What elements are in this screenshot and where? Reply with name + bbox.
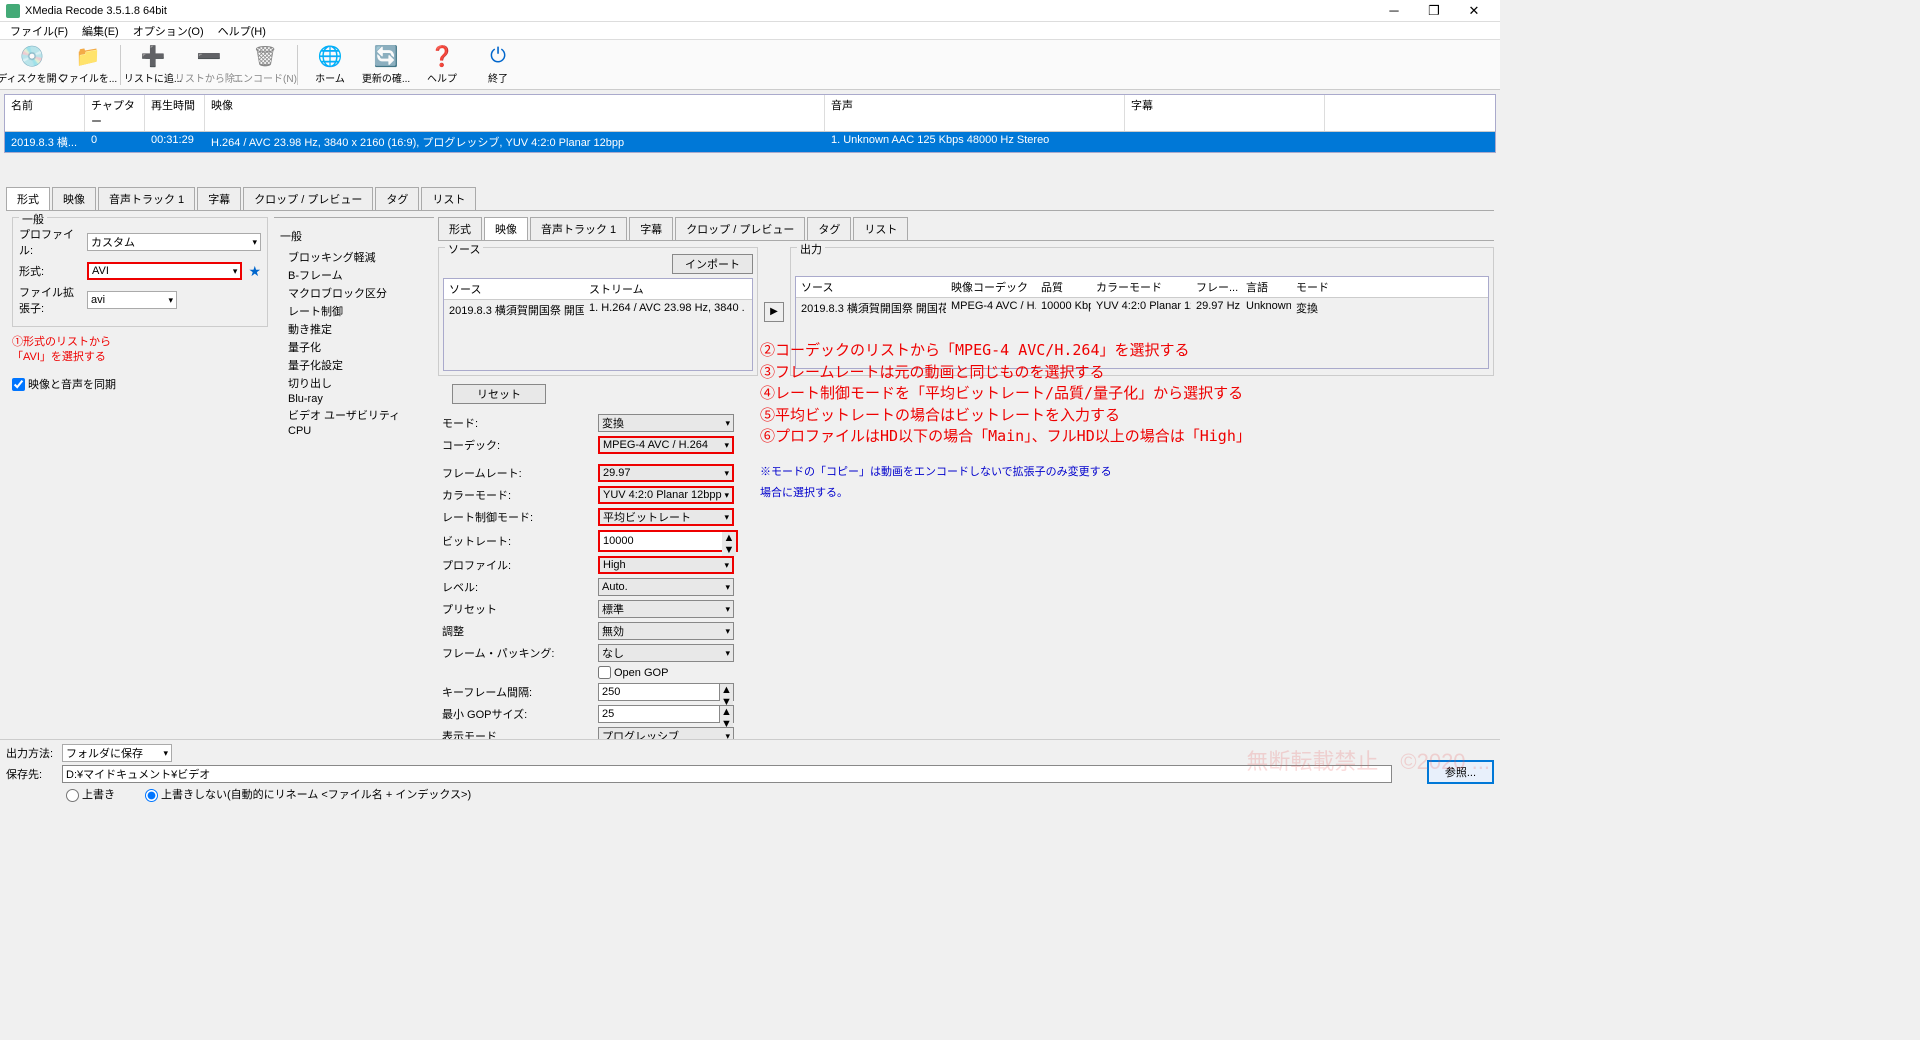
tab-audio-2[interactable]: 音声トラック 1 xyxy=(530,217,627,240)
maximize-button[interactable]: ❐ xyxy=(1414,1,1454,21)
tab-list-2[interactable]: リスト xyxy=(853,217,908,240)
help-icon: ❓ xyxy=(430,44,454,68)
exit-button[interactable]: ⏻終了 xyxy=(470,41,526,89)
menu-edit[interactable]: 編集(E) xyxy=(76,23,125,39)
reset-button[interactable]: リセット xyxy=(452,384,546,404)
opengop-checkbox[interactable]: Open GOP xyxy=(442,666,1494,679)
trash-icon: 🗑 xyxy=(253,44,277,68)
arrow-button[interactable]: ▶ xyxy=(764,302,784,322)
help-button[interactable]: ❓ヘルプ xyxy=(414,41,470,89)
import-button[interactable]: インポート xyxy=(672,254,753,274)
tree-item[interactable]: ブロッキング軽減 xyxy=(288,248,420,266)
tree-item[interactable]: 動き推定 xyxy=(288,320,420,338)
tab-audio[interactable]: 音声トラック 1 xyxy=(98,187,195,210)
tree-item[interactable]: マクロブロック区分 xyxy=(288,284,420,302)
mode-select[interactable]: 変換▾ xyxy=(598,414,734,432)
tab-subtitle-2[interactable]: 字幕 xyxy=(629,217,673,240)
tab-list[interactable]: リスト xyxy=(421,187,476,210)
codec-select[interactable]: MPEG-4 AVC / H.264▾ xyxy=(598,436,734,454)
plus-icon: ➕ xyxy=(141,44,165,68)
output-method-select[interactable]: フォルダに保存▾ xyxy=(62,744,172,762)
remove-list-button[interactable]: ➖リストから除... xyxy=(181,41,237,89)
format-select[interactable]: AVI▾ xyxy=(87,262,242,280)
level-select[interactable]: Auto.▾ xyxy=(598,578,734,596)
disc-icon: 💿 xyxy=(20,44,44,68)
star-icon[interactable]: ★ xyxy=(248,263,261,280)
refresh-icon: 🔄 xyxy=(374,44,398,68)
window-title: XMedia Recode 3.5.1.8 64bit xyxy=(25,5,1374,17)
tab-tag[interactable]: タグ xyxy=(375,187,419,210)
profile-select-2[interactable]: High▾ xyxy=(598,556,734,574)
globe-icon: 🌐 xyxy=(318,44,342,68)
power-icon: ⏻ xyxy=(486,44,510,68)
profile-select[interactable]: カスタム▾ xyxy=(87,233,261,251)
add-list-button[interactable]: ➕リストに追... xyxy=(125,41,181,89)
mingop-input[interactable]: 25▲▼ xyxy=(598,705,734,723)
home-button[interactable]: 🌐ホーム xyxy=(302,41,358,89)
menu-help[interactable]: ヘルプ(H) xyxy=(212,23,272,39)
encode-button[interactable]: 🗑エンコード(N) xyxy=(237,41,293,89)
ext-select[interactable]: avi▾ xyxy=(87,291,177,309)
general-fieldset: 一般 プロファイル:カスタム▾ 形式:AVI▾★ ファイル拡張子:avi▾ xyxy=(12,217,268,327)
menu-options[interactable]: オプション(O) xyxy=(127,23,210,39)
watermark: 無断転載禁止 ©2020 ... xyxy=(1246,744,1490,776)
menu-file[interactable]: ファイル(F) xyxy=(4,23,74,39)
tree-item[interactable]: ビデオ ユーザビリティ xyxy=(288,406,420,424)
tree-item[interactable]: レート制御 xyxy=(288,302,420,320)
minus-icon: ➖ xyxy=(197,44,221,68)
outer-tabs: 形式 映像 音声トラック 1 字幕 クロップ / プレビュー タグ リスト xyxy=(6,187,1494,211)
inner-tabs-2: 形式 映像 音声トラック 1 字幕 クロップ / プレビュー タグ リスト xyxy=(438,217,1494,241)
open-disc-button[interactable]: 💿ディスクを開く xyxy=(4,41,60,89)
app-icon xyxy=(6,4,20,18)
titlebar: XMedia Recode 3.5.1.8 64bit ─ ❐ ✕ xyxy=(0,0,1500,22)
open-file-button[interactable]: 📁ファイルを... xyxy=(60,41,116,89)
tree-item[interactable]: B-フレーム xyxy=(288,266,420,284)
tab-video[interactable]: 映像 xyxy=(52,187,96,210)
bitrate-input[interactable]: 10000▲▼ xyxy=(598,530,738,552)
tree-item[interactable]: CPU xyxy=(288,424,420,438)
no-overwrite-radio[interactable]: 上書きしない(自動的にリネーム <ファイル名 + インデックス>) xyxy=(145,786,471,802)
source-box: ソース インポート ソースストリーム 2019.8.3 横須賀開国祭 開国花..… xyxy=(438,247,758,376)
output-row[interactable]: 2019.8.3 横須賀開国祭 開国花火... H.264 / AVC 23.9… xyxy=(796,298,1488,318)
colormode-select[interactable]: YUV 4:2:0 Planar 12bpp▾ xyxy=(598,486,734,504)
keyframe-input[interactable]: 250▲▼ xyxy=(598,683,734,701)
minimize-button[interactable]: ─ xyxy=(1374,1,1414,21)
close-button[interactable]: ✕ xyxy=(1454,1,1494,21)
inner-tabs-1 xyxy=(274,217,434,218)
tab-crop-2[interactable]: クロップ / プレビュー xyxy=(675,217,805,240)
framepacking-select[interactable]: なし▾ xyxy=(598,644,734,662)
folder-icon: 📁 xyxy=(76,44,100,68)
table-header: 名前 チャプター 再生時間 映像 音声 字幕 xyxy=(5,95,1495,132)
file-table: 名前 チャプター 再生時間 映像 音声 字幕 2019.8.3 横... 0 0… xyxy=(4,94,1496,153)
tab-format[interactable]: 形式 xyxy=(6,187,50,210)
update-button[interactable]: 🔄更新の確... xyxy=(358,41,414,89)
tab-subtitle[interactable]: 字幕 xyxy=(197,187,241,210)
tune-select[interactable]: 無効▾ xyxy=(598,622,734,640)
tab-tag-2[interactable]: タグ xyxy=(807,217,851,240)
tab-format-2[interactable]: 形式 xyxy=(438,217,482,240)
tree-item[interactable]: 切り出し xyxy=(288,374,420,392)
tree-item[interactable]: Blu-ray xyxy=(288,392,420,406)
annotation-1: ①形式のリストから「AVI」を選択する xyxy=(12,335,268,366)
tree-item[interactable]: 量子化 xyxy=(288,338,420,356)
menubar: ファイル(F) 編集(E) オプション(O) ヘルプ(H) xyxy=(0,22,1500,40)
source-row[interactable]: 2019.8.3 横須賀開国祭 開国花...1. H.264 / AVC 23.… xyxy=(444,300,752,320)
tab-video-2[interactable]: 映像 xyxy=(484,217,528,240)
framerate-select[interactable]: 29.97▾ xyxy=(598,464,734,482)
preset-select[interactable]: 標準▾ xyxy=(598,600,734,618)
tree-fieldset: 一般 ブロッキング軽減 B-フレーム マクロブロック区分 レート制御 動き推定 … xyxy=(274,224,434,444)
tab-crop[interactable]: クロップ / プレビュー xyxy=(243,187,373,210)
tree-item[interactable]: 量子化設定 xyxy=(288,356,420,374)
dest-input[interactable] xyxy=(62,765,1392,783)
toolbar: 💿ディスクを開く 📁ファイルを... ➕リストに追... ➖リストから除... … xyxy=(0,40,1500,90)
ratecontrol-select[interactable]: 平均ビットレート▾ xyxy=(598,508,734,526)
overwrite-radio[interactable]: 上書き xyxy=(66,786,115,802)
sync-checkbox[interactable]: 映像と音声を同期 xyxy=(12,376,268,392)
annotations-right: ②コーデックのリストから「MPEG-4 AVC/H.264」を選択する ③フレー… xyxy=(760,340,1251,504)
table-row[interactable]: 2019.8.3 横... 0 00:31:29 H.264 / AVC 23.… xyxy=(5,132,1495,152)
